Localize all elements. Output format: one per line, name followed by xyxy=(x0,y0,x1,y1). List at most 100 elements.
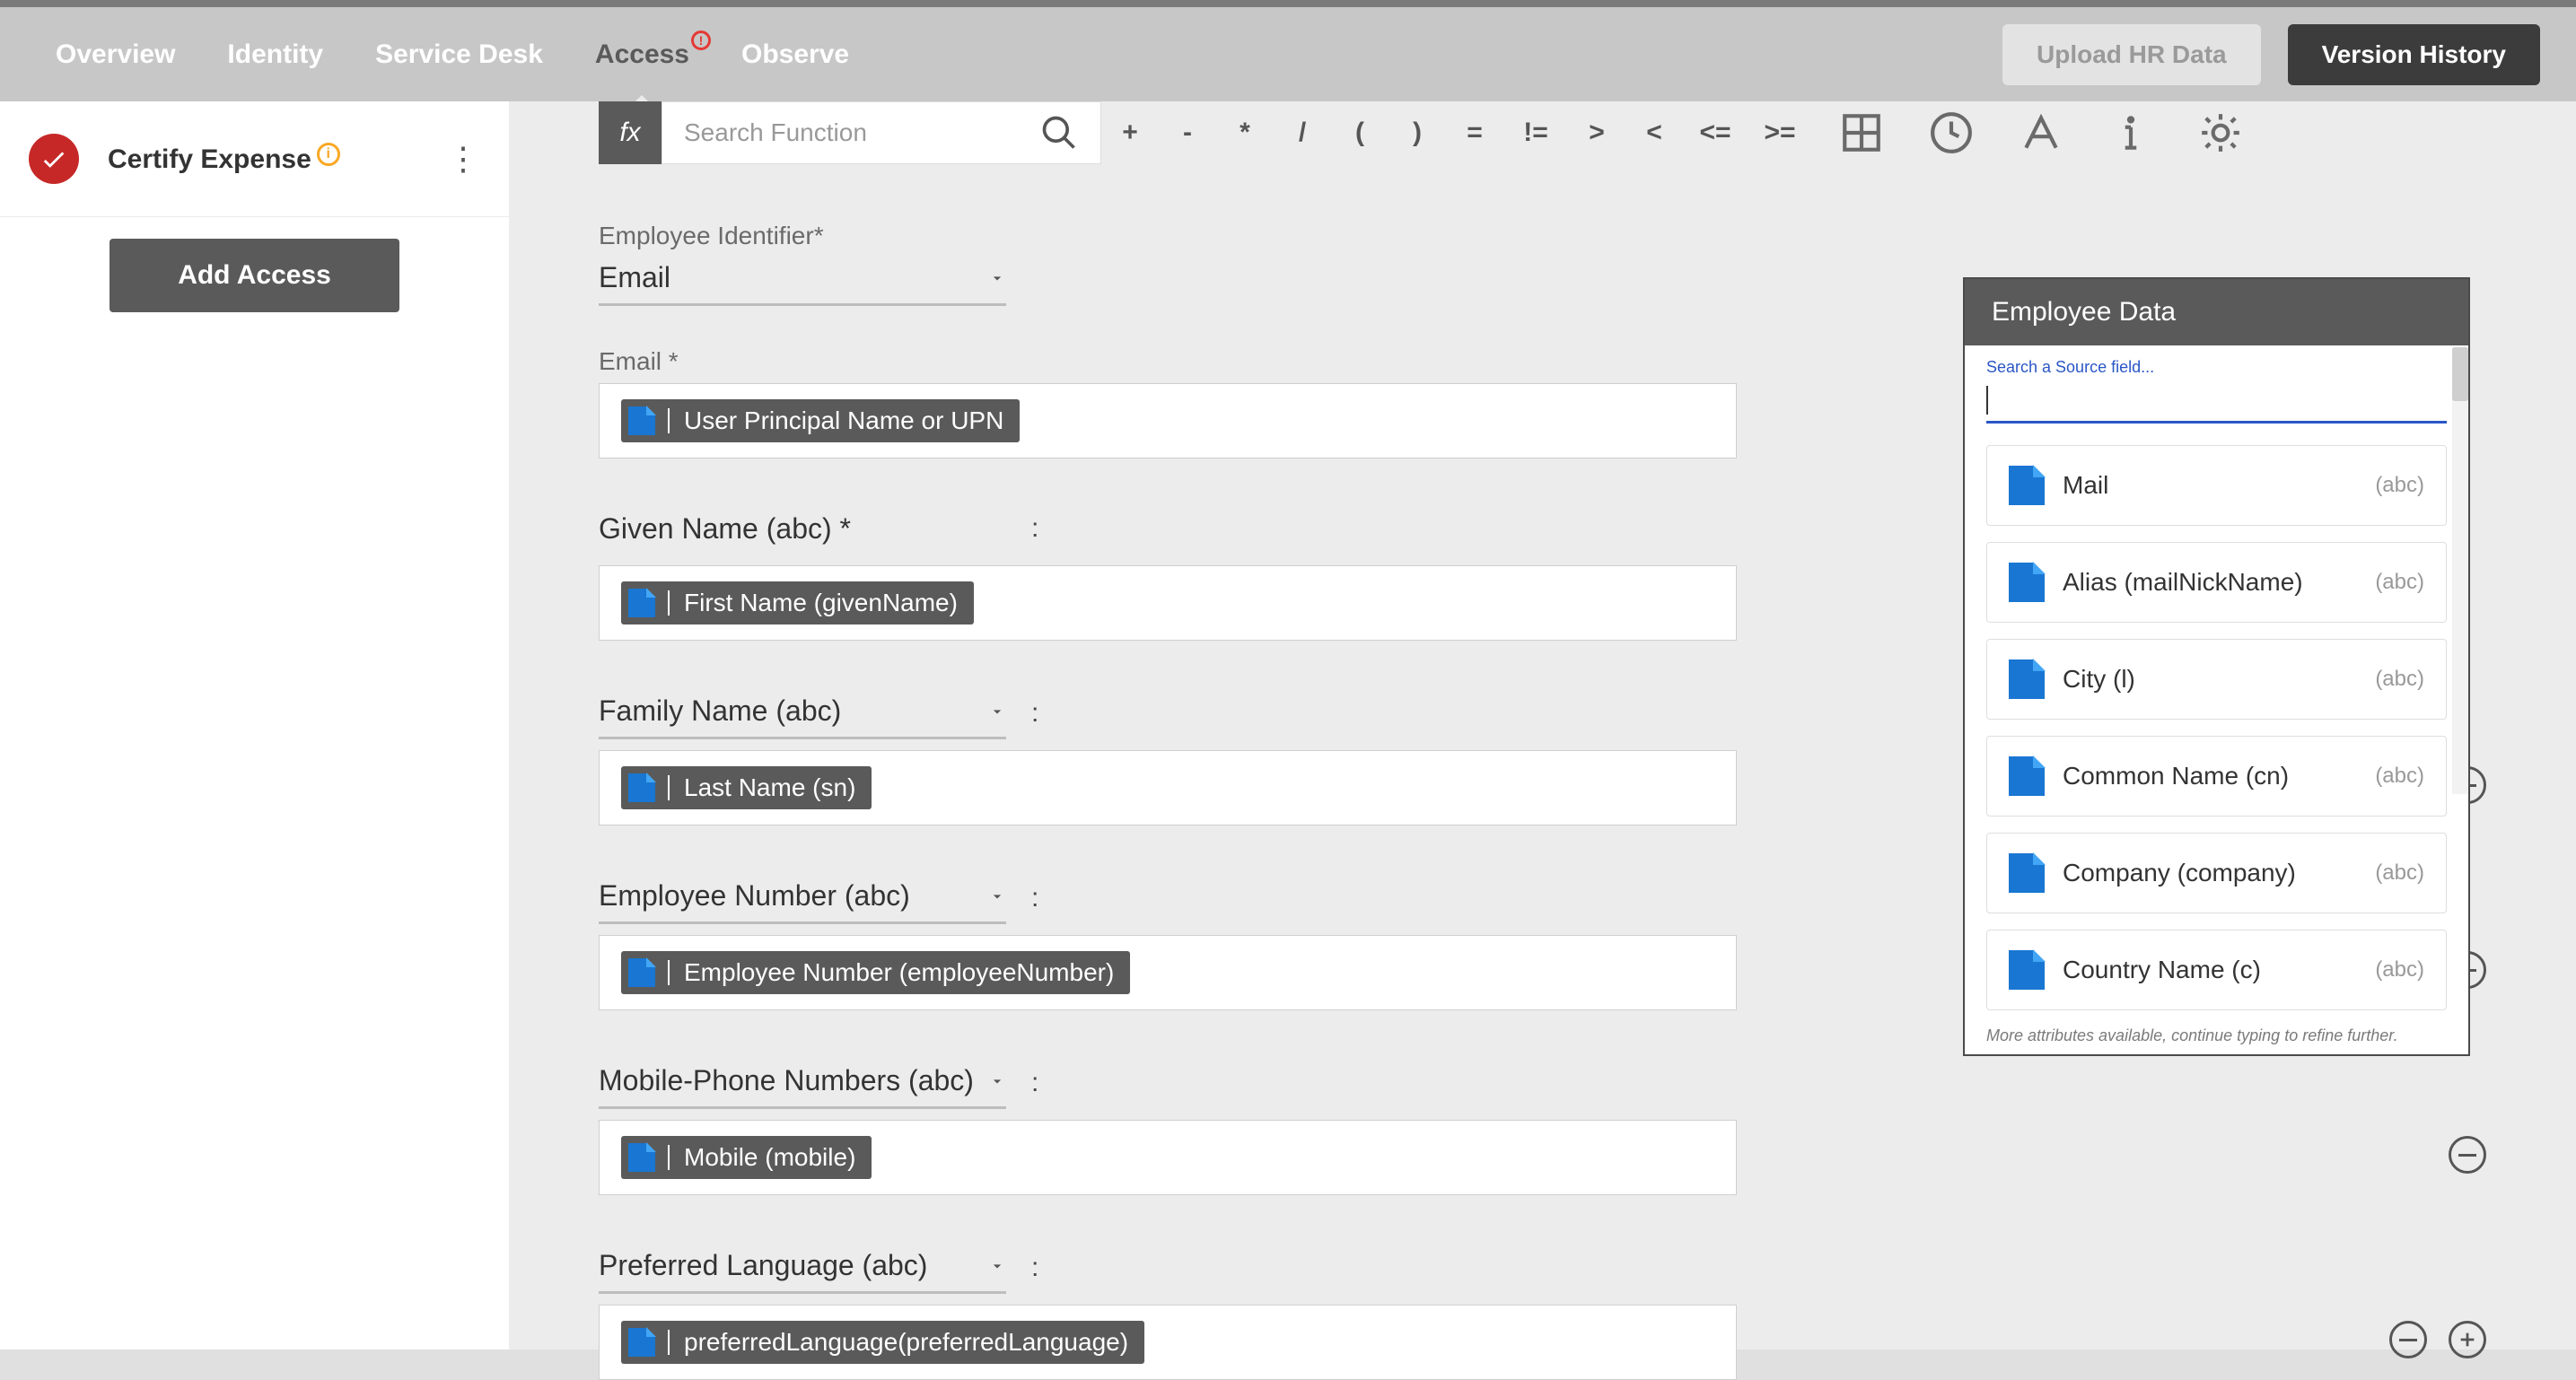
field-select-2[interactable]: Employee Number (abc) xyxy=(599,876,1006,924)
doc-icon xyxy=(2009,756,2045,796)
op-lte[interactable]: <= xyxy=(1683,118,1748,148)
op-gt[interactable]: > xyxy=(1568,118,1625,148)
sidebar-item-certify-expense[interactable]: Certify Expensei ⋮ xyxy=(0,101,509,217)
doc-icon xyxy=(628,589,655,617)
field-chip-3[interactable]: Mobile (mobile) xyxy=(621,1136,872,1179)
kebab-menu-icon[interactable]: ⋮ xyxy=(447,140,480,178)
field-input-0[interactable]: First Name (givenName) xyxy=(599,565,1737,641)
doc-icon xyxy=(2009,466,2045,505)
attribute-name: City (l) xyxy=(2063,665,2135,694)
remove-field-button[interactable] xyxy=(2389,1321,2427,1358)
colon: : xyxy=(1031,883,1038,913)
calculator-icon[interactable] xyxy=(1839,110,1884,155)
op-divide[interactable]: / xyxy=(1274,118,1331,148)
search-function-input[interactable]: Search Function xyxy=(662,101,1101,164)
colon: : xyxy=(1031,1068,1038,1098)
email-chip[interactable]: User Principal Name or UPN xyxy=(621,399,1020,442)
field-chip-0[interactable]: First Name (givenName) xyxy=(621,581,974,624)
doc-icon xyxy=(628,1143,655,1172)
op-lparen[interactable]: ( xyxy=(1331,118,1389,148)
field-input-2[interactable]: Employee Number (employeeNumber) xyxy=(599,935,1737,1010)
panel-search-label: Search a Source field... xyxy=(1986,358,2447,377)
field-chip-1[interactable]: Last Name (sn) xyxy=(621,766,872,809)
field-select-1[interactable]: Family Name (abc) xyxy=(599,691,1006,739)
attribute-type: (abc) xyxy=(2375,957,2424,983)
main-area: fx Search Function + - * / ( ) = != > < … xyxy=(509,101,2576,1349)
field-select-0: Given Name (abc) * xyxy=(599,509,1006,555)
op-gte[interactable]: >= xyxy=(1748,118,1812,148)
tab-access[interactable]: Access ! xyxy=(595,39,689,70)
attribute-name: Mail xyxy=(2063,471,2108,500)
tab-identity[interactable]: Identity xyxy=(227,39,323,70)
attribute-row[interactable]: City (l) (abc) xyxy=(1986,639,2447,720)
field-chip-4[interactable]: preferredLanguage(preferredLanguage) xyxy=(621,1321,1144,1364)
employee-identifier-select[interactable]: Email xyxy=(599,258,1006,306)
attribute-type: (abc) xyxy=(2375,667,2424,692)
doc-icon xyxy=(628,406,655,435)
op-eq[interactable]: = xyxy=(1446,118,1503,148)
tab-service-desk[interactable]: Service Desk xyxy=(375,39,543,70)
attribute-name: Alias (mailNickName) xyxy=(2063,568,2303,597)
nav-tabs: Overview Identity Service Desk Access ! … xyxy=(56,39,849,70)
op-plus[interactable]: + xyxy=(1101,118,1159,148)
version-history-button[interactable]: Version History xyxy=(2288,24,2540,85)
chevron-down-icon xyxy=(988,694,1006,728)
email-input[interactable]: User Principal Name or UPN xyxy=(599,383,1737,459)
field-input-3[interactable]: Mobile (mobile) xyxy=(599,1120,1737,1195)
attribute-row[interactable]: Mail (abc) xyxy=(1986,445,2447,526)
op-lt[interactable]: < xyxy=(1625,118,1683,148)
attribute-row[interactable]: Country Name (c) (abc) xyxy=(1986,930,2447,1010)
colon: : xyxy=(1031,513,1038,544)
field-input-4[interactable]: preferredLanguage(preferredLanguage) xyxy=(599,1305,1737,1380)
op-minus[interactable]: - xyxy=(1159,118,1216,148)
panel-search-input[interactable] xyxy=(1986,379,2447,424)
formula-bar: fx Search Function + - * / ( ) = != > < … xyxy=(599,101,2243,164)
panel-footer: More attributes available, continue typi… xyxy=(1986,1026,2447,1045)
attribute-row[interactable]: Alias (mailNickName) (abc) xyxy=(1986,542,2447,623)
attribute-row[interactable]: Common Name (cn) (abc) xyxy=(1986,736,2447,817)
panel-scrollbar[interactable] xyxy=(2452,347,2468,794)
toolbar-icons xyxy=(1839,101,2243,164)
remove-field-button[interactable] xyxy=(2449,1136,2486,1174)
attribute-type: (abc) xyxy=(2375,860,2424,886)
tab-overview[interactable]: Overview xyxy=(56,39,175,70)
attribute-type: (abc) xyxy=(2375,473,2424,498)
colon: : xyxy=(1031,698,1038,729)
field-chip-2[interactable]: Employee Number (employeeNumber) xyxy=(621,951,1130,994)
op-multiply[interactable]: * xyxy=(1216,118,1274,148)
upload-hr-data-button[interactable]: Upload HR Data xyxy=(2002,24,2261,85)
font-icon[interactable] xyxy=(2019,110,2063,155)
alert-icon: ! xyxy=(691,31,711,50)
attribute-name: Country Name (c) xyxy=(2063,956,2261,984)
op-neq[interactable]: != xyxy=(1503,118,1568,148)
attribute-row[interactable]: Company (company) (abc) xyxy=(1986,833,2447,913)
doc-icon xyxy=(628,773,655,802)
search-function-placeholder: Search Function xyxy=(684,118,867,147)
check-circle-icon xyxy=(29,134,79,184)
doc-icon xyxy=(628,958,655,987)
field-input-1[interactable]: Last Name (sn) xyxy=(599,750,1737,825)
doc-icon xyxy=(2009,853,2045,893)
doc-icon xyxy=(628,1328,655,1357)
field-select-4[interactable]: Preferred Language (abc) xyxy=(599,1245,1006,1294)
chevron-down-icon xyxy=(988,1249,1006,1282)
doc-icon xyxy=(2009,659,2045,699)
op-rparen[interactable]: ) xyxy=(1389,118,1446,148)
employee-data-panel: Employee Data Search a Source field... M… xyxy=(1963,277,2470,1056)
tab-observe[interactable]: Observe xyxy=(741,39,849,70)
settings-icon[interactable] xyxy=(2198,110,2243,155)
info-tool-icon[interactable] xyxy=(2108,110,2153,155)
fx-button[interactable]: fx xyxy=(599,101,662,164)
doc-icon xyxy=(2009,950,2045,990)
field-select-3[interactable]: Mobile-Phone Numbers (abc) xyxy=(599,1061,1006,1109)
operator-row: + - * / ( ) = != > < <= >= xyxy=(1101,101,1812,164)
sidebar: Certify Expensei ⋮ Add Access xyxy=(0,101,509,1349)
panel-title: Employee Data xyxy=(1965,279,2468,345)
add-access-button[interactable]: Add Access xyxy=(110,239,399,312)
chevron-down-icon xyxy=(988,261,1006,294)
attribute-name: Common Name (cn) xyxy=(2063,762,2289,790)
add-field-button[interactable] xyxy=(2449,1321,2486,1358)
top-nav-bar: Overview Identity Service Desk Access ! … xyxy=(0,7,2576,101)
attribute-type: (abc) xyxy=(2375,764,2424,789)
clock-icon[interactable] xyxy=(1929,110,1974,155)
